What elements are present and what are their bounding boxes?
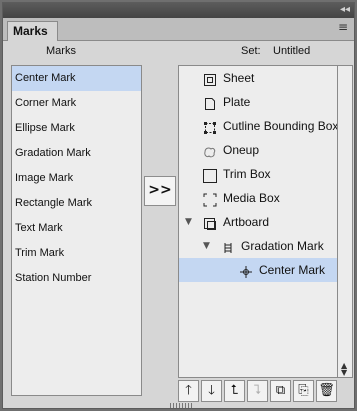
tree-item[interactable]: ▼ Gradation Mark [179,234,337,258]
artboard-icon [203,215,217,230]
list-item[interactable]: Center Mark [12,66,141,91]
mark-set-tree: Sheet Plate Cutline Bounding Box Oneup Trim … [178,65,338,378]
oneup-icon [203,143,217,158]
delete-button[interactable]: 🗑 [316,380,337,402]
tree-item[interactable]: Trim Box [179,162,337,186]
tab-row: Marks ≡ [3,18,354,41]
list-item[interactable]: Station Number [12,266,141,291]
plate-icon [203,95,217,110]
tree-item-label: Trim Box [223,167,271,181]
marks-list: Center Mark Corner Mark Ellipse Mark Gradat… [11,65,142,396]
tree-item-label: Artboard [223,215,270,229]
trim-box-icon [203,167,217,183]
collapse-icon[interactable]: ◂◂ [340,4,350,16]
media-box-icon [203,191,217,207]
center-mark-icon [239,263,253,278]
list-item[interactable]: Ellipse Mark [12,116,141,141]
tree-item-label: Cutline Bounding Box [223,119,338,133]
expand-toggle-icon[interactable]: ▼ [203,234,210,258]
expand-toggle-icon[interactable]: ▼ [185,210,192,234]
set-name: Untitled [273,45,311,57]
add-mark-button[interactable]: >> [144,176,176,206]
tree-item[interactable]: Media Box [179,186,337,210]
resize-grip[interactable] [170,403,192,408]
panel-title-bar[interactable]: ◂◂ [3,3,354,18]
gradation-mark-icon [221,239,235,253]
tree-item-label: Gradation Mark [241,239,324,253]
rename-button[interactable]: ⎘ [293,380,314,402]
tree-item[interactable]: Sheet [179,66,337,90]
cutline-bounding-box-icon [203,119,217,134]
scroll-down-button[interactable]: ▼ [341,369,347,377]
move-in-button[interactable]: ⮧ [247,380,268,402]
move-down-button[interactable]: 🡓 [201,380,222,402]
tab-marks[interactable]: Marks [7,21,58,41]
marks-panel: ◂◂ Marks ≡ Marks Set: Untitled Center Ma… [2,2,355,409]
list-item[interactable]: Text Mark [12,216,141,241]
list-item[interactable]: Trim Mark [12,241,141,266]
tree-item-label: Sheet [223,71,255,85]
set-label: Set: [241,45,261,57]
tree-item[interactable]: Oneup [179,138,337,162]
tree-item[interactable]: ▼ Artboard [179,210,337,234]
list-item[interactable]: Gradation Mark [12,141,141,166]
move-up-button[interactable]: 🡑 [178,380,199,402]
tree-item[interactable]: Center Mark [179,258,337,282]
move-out-button[interactable]: ⮤ [224,380,245,402]
tree-item[interactable]: Cutline Bounding Box [179,114,337,138]
tree-item-label: Plate [223,95,251,109]
tree-item-label: Center Mark [259,263,326,277]
tree-scrollbar[interactable]: ▲ ▼ [338,65,353,378]
sheet-icon [203,71,217,86]
list-item[interactable]: Image Mark [12,166,141,191]
tree-item[interactable]: Plate [179,90,337,114]
panel-menu-icon[interactable]: ≡ [338,20,348,34]
list-item[interactable]: Corner Mark [12,91,141,116]
tree-item-label: Oneup [223,143,260,157]
tree-item-label: Media Box [223,191,280,205]
duplicate-button[interactable]: ⧉ [270,380,291,402]
list-item[interactable]: Rectangle Mark [12,191,141,216]
marks-list-header: Marks [46,45,76,57]
